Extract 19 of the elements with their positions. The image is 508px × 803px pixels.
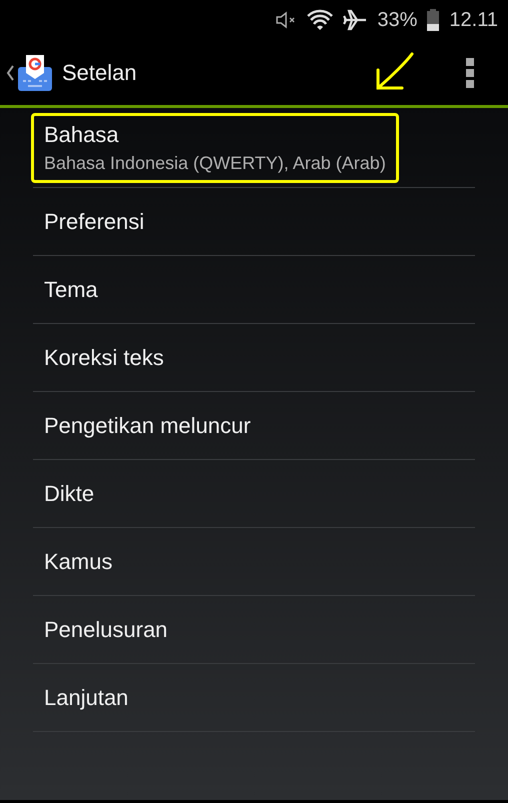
settings-item[interactable]: Koreksi teks — [31, 336, 177, 380]
battery-percentage: 33% — [377, 8, 418, 33]
airplane-icon — [343, 9, 368, 31]
settings-item[interactable]: Tema — [31, 268, 111, 312]
settings-item[interactable]: Preferensi — [31, 200, 158, 244]
overflow-menu-icon[interactable] — [466, 58, 474, 88]
settings-item[interactable]: Kamus — [31, 540, 126, 584]
battery-icon — [427, 9, 440, 31]
keyboard-icon — [16, 52, 54, 92]
clock-time: 12.11 — [449, 8, 498, 33]
wifi-icon — [307, 9, 334, 31]
mute-icon — [275, 10, 298, 30]
settings-item[interactable]: Bahasa Bahasa Indonesia (QWERTY), Arab (Arab) — [31, 112, 399, 182]
screen-title: Setelan — [62, 59, 137, 87]
settings-item[interactable]: Lanjutan — [31, 676, 142, 720]
settings-item[interactable]: Pengetikan meluncur — [31, 404, 264, 448]
settings-item[interactable]: Penelusuran — [31, 608, 181, 652]
back-icon[interactable] — [6, 64, 14, 80]
settings-item[interactable]: Dikte — [31, 472, 108, 516]
